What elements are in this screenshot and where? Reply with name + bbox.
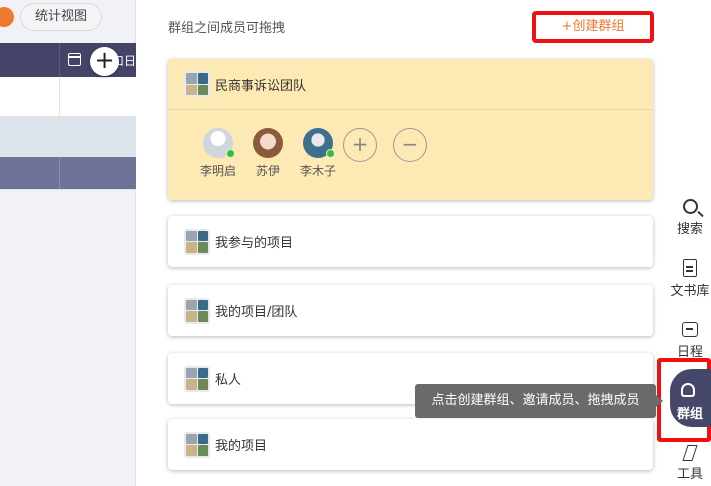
group-title: 我的项目 bbox=[215, 439, 268, 454]
group-card[interactable]: 我的项目 bbox=[168, 419, 653, 470]
group-avatar bbox=[184, 431, 210, 458]
avatar bbox=[203, 128, 235, 158]
group-card[interactable]: 民商事诉讼团队 李明启 苏伊 李木子 + − bbox=[168, 59, 653, 200]
group-avatar bbox=[184, 297, 210, 324]
group-avatar bbox=[184, 71, 210, 97]
left-background-panel: 统计视图 口日 bbox=[0, 0, 136, 486]
drag-hint: 群组之间成员可拖拽 bbox=[168, 21, 286, 36]
grid-row[interactable] bbox=[0, 117, 136, 157]
view-tabs: 统计视图 bbox=[0, 2, 103, 31]
cell-divider bbox=[59, 157, 60, 189]
group-title: 民商事诉讼团队 bbox=[215, 78, 307, 94]
grid-divider bbox=[59, 43, 60, 77]
member-item[interactable]: 李木子 bbox=[293, 128, 343, 179]
rail-label: 工具 bbox=[676, 467, 703, 482]
ruler-icon bbox=[682, 445, 698, 461]
active-view-tab[interactable] bbox=[0, 6, 14, 27]
group-card[interactable]: 我参与的项目 bbox=[168, 216, 653, 267]
rail-label: 搜索 bbox=[676, 222, 703, 237]
groups-tooltip: 点击创建群组、邀请成员、拖拽成员 bbox=[415, 384, 663, 418]
group-title: 我参与的项目 bbox=[215, 236, 294, 251]
rail-item-schedule[interactable]: 日程 bbox=[664, 320, 711, 360]
people-icon bbox=[681, 383, 695, 397]
group-card-header[interactable]: 民商事诉讼团队 bbox=[168, 59, 653, 109]
avatar bbox=[303, 128, 335, 158]
avatar bbox=[253, 128, 283, 158]
group-title: 私人 bbox=[215, 373, 242, 388]
member-name: 李明启 bbox=[199, 164, 236, 178]
rail-item-tools[interactable]: 工具 bbox=[664, 445, 711, 482]
remove-member-button[interactable]: − bbox=[393, 128, 427, 162]
online-status-dot bbox=[226, 149, 235, 158]
member-item[interactable]: 苏伊 bbox=[243, 128, 293, 179]
group-card-header[interactable]: 我的项目 bbox=[168, 419, 653, 470]
group-title: 我的项目/团队 bbox=[215, 305, 298, 320]
create-group-button[interactable]: +创建群组 bbox=[532, 11, 654, 43]
member-item[interactable]: 李明启 bbox=[193, 128, 243, 179]
rail-label: 文书库 bbox=[670, 284, 710, 299]
cell-divider bbox=[59, 117, 60, 156]
group-avatar bbox=[184, 365, 210, 392]
document-icon bbox=[683, 259, 697, 277]
group-card-header[interactable]: 我参与的项目 bbox=[168, 216, 653, 267]
rail-item-search[interactable]: 搜索 bbox=[664, 197, 711, 237]
search-icon bbox=[682, 199, 698, 214]
member-list: 李明启 苏伊 李木子 + − bbox=[168, 110, 653, 179]
group-card[interactable]: 我的项目/团队 bbox=[168, 285, 653, 336]
tab-statistics-view[interactable]: 统计视图 bbox=[20, 2, 103, 31]
rail-label-groups: 群组 bbox=[676, 407, 703, 422]
member-name: 李木子 bbox=[299, 164, 336, 178]
grid-row[interactable] bbox=[0, 77, 136, 117]
calendar-icon bbox=[68, 53, 81, 66]
calendar-icon bbox=[682, 322, 698, 337]
group-avatar bbox=[184, 228, 210, 255]
group-card-header[interactable]: 我的项目/团队 bbox=[168, 285, 653, 336]
cell-divider bbox=[59, 77, 60, 116]
online-status-dot bbox=[326, 149, 335, 158]
member-name: 苏伊 bbox=[255, 164, 280, 178]
add-member-button[interactable]: + bbox=[343, 128, 377, 162]
rail-item-docs[interactable]: 文书库 bbox=[664, 259, 711, 299]
add-button[interactable]: + bbox=[90, 47, 119, 76]
grid-row[interactable] bbox=[0, 157, 136, 190]
